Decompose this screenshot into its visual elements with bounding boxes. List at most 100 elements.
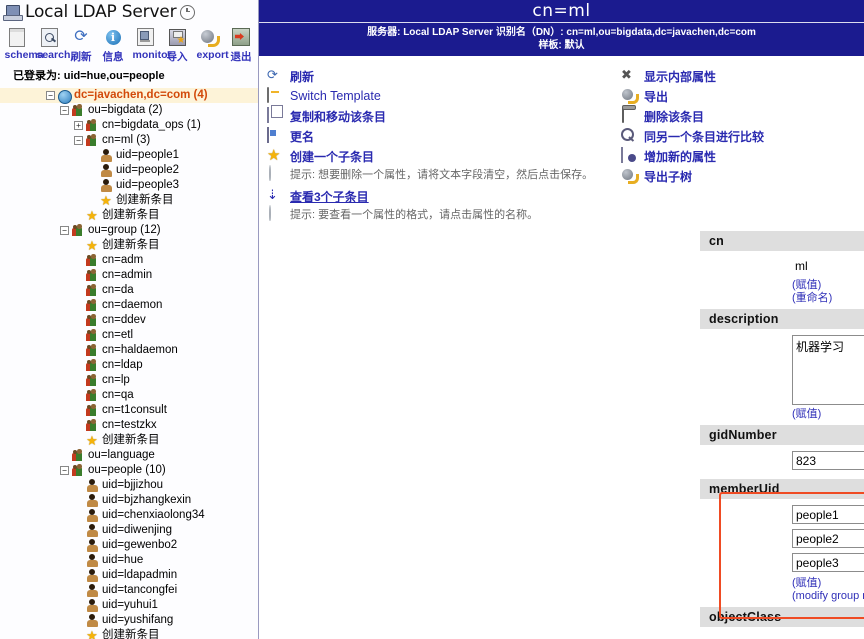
tree-node-dc=javachendc=com4[interactable]: − dc=javachen,dc=com (4) xyxy=(0,88,258,104)
tree-node-ou=people10[interactable]: − ou=people (10) xyxy=(0,463,258,478)
action-link-[interactable]: 删除该条目 xyxy=(621,106,864,126)
tree-node-uid=diwenjing[interactable]: uid=diwenjing xyxy=(0,523,258,538)
tree-node-[interactable]: ★ 创建新条目 xyxy=(0,193,258,208)
tree-node-cn=t1consult[interactable]: cn=t1consult xyxy=(0,403,258,418)
expand-toggle-icon[interactable]: + xyxy=(74,121,83,130)
toolbar-button-export[interactable]: export xyxy=(197,26,229,64)
tree-node-cn=admin[interactable]: cn=admin xyxy=(0,268,258,283)
attribute-value-row xyxy=(700,505,864,524)
tree-node-cn=da[interactable]: cn=da xyxy=(0,283,258,298)
tree-node-[interactable]: ★ 创建新条目 xyxy=(0,433,258,448)
tree-node-uid=people2[interactable]: uid=people2 xyxy=(0,163,258,178)
tree-node-cn=bigdata_ops1[interactable]: + cn=bigdata_ops (1) xyxy=(0,118,258,133)
tree-node-cn=ddev[interactable]: cn=ddev xyxy=(0,313,258,328)
attribute-value-input[interactable] xyxy=(792,257,864,274)
action-link-[interactable]: 同另一个条目进行比较 xyxy=(621,126,864,146)
tree-node-uid=gewenbo2[interactable]: uid=gewenbo2 xyxy=(0,538,258,553)
attribute-action-link[interactable]: (赋值) xyxy=(700,279,864,292)
attribute-value-input[interactable] xyxy=(792,451,864,470)
tree-node-cn=haldaemon[interactable]: cn=haldaemon xyxy=(0,343,258,358)
search-icon xyxy=(37,26,62,48)
toolbar-button-search[interactable]: search xyxy=(37,26,70,64)
collapse-toggle-icon[interactable]: − xyxy=(60,106,69,115)
attribute-action-link[interactable]: (赋值) xyxy=(700,408,864,421)
tree-node-cn=ldap[interactable]: cn=ldap xyxy=(0,358,258,373)
tree-node-ou=bigdata2[interactable]: − ou=bigdata (2) xyxy=(0,103,258,118)
tree-node-label: uid=bjzhangkexin xyxy=(102,494,192,506)
attribute-value-input[interactable] xyxy=(792,529,864,548)
action-link-[interactable]: 更名 xyxy=(267,126,611,146)
tree-node-uid=hue[interactable]: uid=hue xyxy=(0,553,258,568)
attribute-action-link[interactable]: (赋值) xyxy=(700,577,864,590)
star-icon: ★ xyxy=(100,193,112,208)
action-link-[interactable]: 复制和移动该条目 xyxy=(267,106,611,126)
attribute-header: gidNumber必需的 xyxy=(700,425,864,445)
tree-node-uid=tancongfei[interactable]: uid=tancongfei xyxy=(0,583,258,598)
group-icon xyxy=(85,359,99,372)
tree-node-[interactable]: ★ 创建新条目 xyxy=(0,628,258,639)
attribute-memberUid: memberUid (赋值)(modify group members) xyxy=(700,479,864,607)
action-link-[interactable]: 导出 xyxy=(621,86,864,106)
tree-node-uid=chenxiaolong34[interactable]: uid=chenxiaolong34 xyxy=(0,508,258,523)
tree-node-uid=bjzhangkexin[interactable]: uid=bjzhangkexin xyxy=(0,493,258,508)
attribute-action-link[interactable]: (modify group members) xyxy=(700,590,864,603)
collapse-toggle-icon[interactable]: − xyxy=(60,226,69,235)
action-link-[interactable]: 导出子树 xyxy=(621,166,864,186)
tree-node-label: ou=group (12) xyxy=(88,224,161,236)
tree-node-cn=qa[interactable]: cn=qa xyxy=(0,388,258,403)
tree-node-uid=people1[interactable]: uid=people1 xyxy=(0,148,258,163)
attribute-name[interactable]: cn xyxy=(709,234,724,248)
tree-node-label: 创建新条目 xyxy=(102,434,160,446)
tree-node-cn=etl[interactable]: cn=etl xyxy=(0,328,258,343)
toolbar-button-退出[interactable]: 退出 xyxy=(229,26,254,64)
attribute-action-link[interactable]: (重命名) xyxy=(700,292,864,305)
attribute-name[interactable]: objectClass xyxy=(709,610,781,624)
attribute-name[interactable]: description xyxy=(709,312,779,326)
attribute-value-input[interactable] xyxy=(792,553,864,572)
attribute-value-textarea[interactable] xyxy=(792,335,864,405)
action-link-[interactable]: ✖ 显示内部属性 xyxy=(621,66,864,86)
collapse-toggle-icon[interactable]: − xyxy=(60,466,69,475)
action-link-3[interactable]: ⇣ 查看3个子条目 xyxy=(267,186,611,206)
action-link-[interactable]: ⟳ 刷新 xyxy=(267,66,611,86)
export-globe-icon xyxy=(197,26,222,48)
user-icon xyxy=(85,494,99,507)
tree-node-cn=daemon[interactable]: cn=daemon xyxy=(0,298,258,313)
tree-node-uid=bjjizhou[interactable]: uid=bjjizhou xyxy=(0,478,258,493)
entry-header-details: 服务器: Local LDAP Server 识别名（DN）: cn=ml,ou… xyxy=(259,23,864,56)
toolbar-button-信息[interactable]: i 信息 xyxy=(101,26,126,64)
collapse-toggle-icon[interactable]: − xyxy=(46,91,55,100)
action-link-[interactable]: ★ 创建一个子条目 xyxy=(267,146,611,166)
tree-node-cn=lp[interactable]: cn=lp xyxy=(0,373,258,388)
toolbar-button-导入[interactable]: ★ 导入 xyxy=(165,26,190,64)
tree-node-cn=testzkx[interactable]: cn=testzkx xyxy=(0,418,258,433)
attribute-name[interactable]: gidNumber xyxy=(709,428,777,442)
attribute-value-input[interactable] xyxy=(792,505,864,524)
group-icon xyxy=(85,329,99,342)
tree-node-uid=yuhui1[interactable]: uid=yuhui1 xyxy=(0,598,258,613)
tree-node-cn=ml3[interactable]: − cn=ml (3) xyxy=(0,133,258,148)
tree-node-ou=language[interactable]: ou=language xyxy=(0,448,258,463)
attribute-header: cn必需的, rdn xyxy=(700,231,864,251)
tree-node-[interactable]: ★ 创建新条目 xyxy=(0,208,258,223)
tree-node-uid=ldapadmin[interactable]: uid=ldapadmin xyxy=(0,568,258,583)
attribute-name[interactable]: memberUid xyxy=(709,482,780,496)
app-title-bar: Local LDAP Server xyxy=(0,0,258,24)
tree-node-uid=yushifang[interactable]: uid=yushifang xyxy=(0,613,258,628)
tree-node-label: uid=people1 xyxy=(116,149,179,161)
tree-node-ou=group12[interactable]: − ou=group (12) xyxy=(0,223,258,238)
tree-node-cn=adm[interactable]: cn=adm xyxy=(0,253,258,268)
toolbar-button-schema[interactable]: schema xyxy=(5,26,44,64)
action-link-SwitchTemplate[interactable]: Switch Template xyxy=(267,86,611,106)
toolbar-button-monitor[interactable]: monitor xyxy=(133,26,172,64)
group-icon xyxy=(85,269,99,282)
tree-node-uid=people3[interactable]: uid=people3 xyxy=(0,178,258,193)
tree-node-label: uid=bjjizhou xyxy=(102,479,164,491)
collapse-toggle-icon[interactable]: − xyxy=(74,136,83,145)
action-link-[interactable]: 增加新的属性 xyxy=(621,146,864,166)
user-icon xyxy=(85,599,99,612)
toolbar-button-刷新[interactable]: ⟳ 刷新 xyxy=(69,26,94,64)
tree-node-[interactable]: ★ 创建新条目 xyxy=(0,238,258,253)
tree-node-label: uid=ldapadmin xyxy=(102,569,178,581)
star-icon: ★ xyxy=(86,433,98,448)
